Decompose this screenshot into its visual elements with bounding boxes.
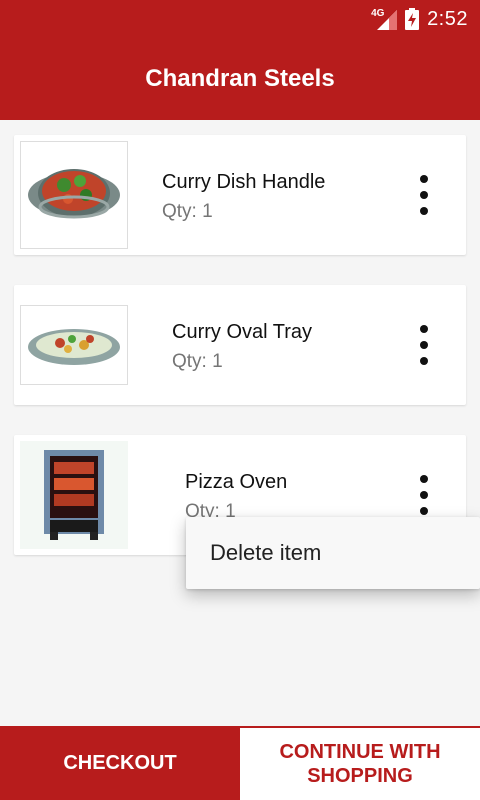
curry-dish-picture — [28, 169, 120, 219]
item-name: Pizza Oven — [185, 471, 288, 493]
more-options-icon[interactable] — [412, 175, 436, 215]
continue-shopping-button[interactable]: CONTINUE WITH SHOPPING — [240, 726, 480, 800]
more-options-icon[interactable] — [412, 325, 436, 365]
item-qty: Qty: 1 — [172, 351, 223, 372]
status-icons: 4G 2:52 — [371, 6, 468, 32]
signal-icon — [377, 10, 398, 30]
more-options-icon[interactable] — [412, 475, 436, 515]
item-qty: Qty: 1 — [162, 201, 213, 222]
item-name: Curry Oval Tray — [172, 321, 313, 343]
status-bar: 4G 2:52 — [0, 0, 480, 38]
clock: 2:52 — [427, 7, 468, 30]
cart-item-curry-oval-tray[interactable]: Curry Oval Tray Qty: 1 — [14, 285, 466, 405]
pizza-oven-picture — [44, 450, 104, 540]
bottom-action-bar: CHECKOUT CONTINUE WITH SHOPPING — [0, 726, 480, 800]
delete-item-menu-item[interactable]: Delete item — [210, 540, 321, 566]
pizza-oven-image[interactable] — [20, 441, 128, 549]
battery-charging-icon — [405, 8, 420, 30]
curry-oval-tray-image[interactable] — [20, 305, 128, 385]
network-indicator: 4G — [371, 8, 398, 30]
curry-dish-image[interactable] — [20, 141, 128, 249]
cart-item-curry-dish-handle[interactable]: Curry Dish Handle Qty: 1 — [14, 135, 466, 255]
item-options-menu: Delete item — [186, 517, 480, 589]
page-title: Chandran Steels — [145, 65, 335, 92]
checkout-button[interactable]: CHECKOUT — [0, 726, 240, 800]
item-name: Curry Dish Handle — [162, 171, 326, 193]
curry-tray-picture — [28, 329, 120, 365]
app-bar: Chandran Steels — [0, 38, 480, 120]
